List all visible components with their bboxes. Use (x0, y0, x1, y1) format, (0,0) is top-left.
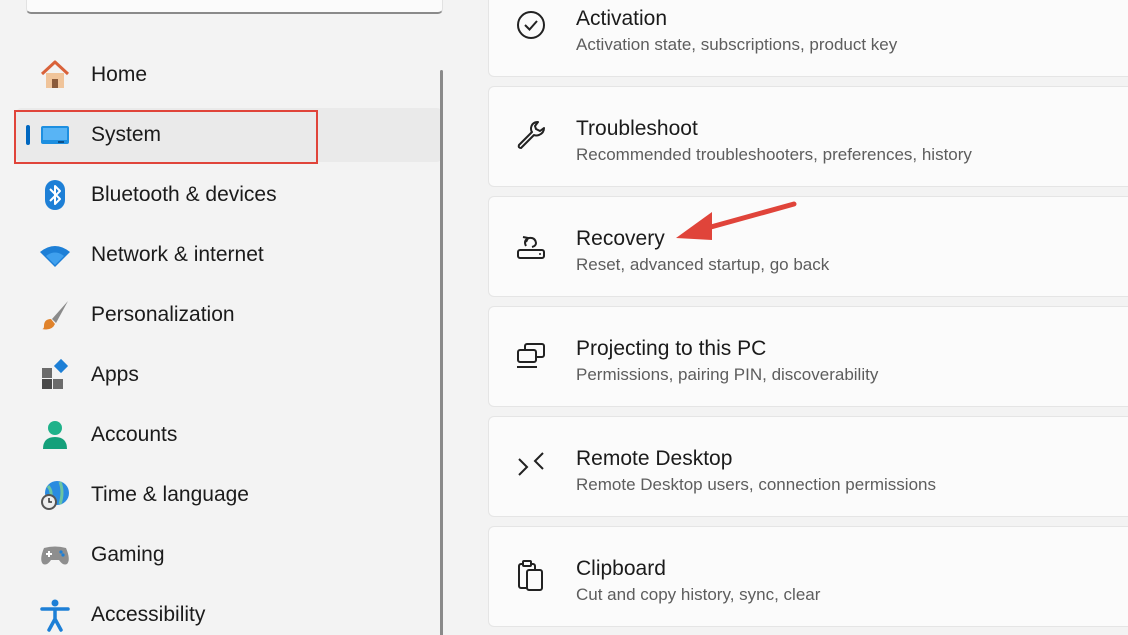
globe-clock-icon (41, 481, 69, 510)
sidebar-item-apps[interactable]: Apps (16, 348, 442, 402)
card-title: Clipboard (576, 557, 666, 580)
card-subtitle: Reset, advanced startup, go back (576, 255, 830, 274)
card-subtitle: Activation state, subscriptions, product… (576, 35, 898, 54)
home-icon (40, 60, 70, 88)
bluetooth-icon (45, 180, 65, 210)
sidebar-item-label: System (91, 123, 162, 146)
card-remote-desktop[interactable]: Remote Desktop Remote Desktop users, con… (488, 416, 1128, 517)
wifi-icon (40, 246, 70, 267)
sidebar-item-label: Home (91, 63, 148, 86)
settings-window: Home System Bluetooth & devices Network … (0, 0, 1128, 635)
selection-indicator (26, 125, 30, 145)
card-activation[interactable]: Activation Activation state, subscriptio… (488, 0, 1128, 77)
sidebar-item-bluetooth[interactable]: Bluetooth & devices (16, 168, 442, 222)
sidebar-item-label: Apps (91, 363, 139, 386)
check-circle-icon (517, 11, 545, 39)
card-title: Projecting to this PC (576, 337, 767, 360)
search-input[interactable] (26, 0, 443, 14)
sidebar-item-time-language[interactable]: Time & language (16, 468, 442, 522)
card-title: Troubleshoot (576, 117, 698, 140)
sidebar-item-home[interactable]: Home (16, 48, 442, 102)
recovery-icon (517, 236, 545, 259)
card-subtitle: Cut and copy history, sync, clear (576, 585, 821, 604)
card-clipboard[interactable]: Clipboard Cut and copy history, sync, cl… (488, 526, 1128, 627)
sidebar-item-accessibility[interactable]: Accessibility (16, 588, 442, 635)
sidebar-item-label: Gaming (91, 543, 165, 566)
sidebar-nav: Home System Bluetooth & devices Network … (16, 48, 442, 635)
account-icon (43, 421, 67, 449)
sidebar-item-label: Bluetooth & devices (91, 183, 277, 206)
projector-icon (517, 343, 545, 368)
sidebar-item-label: Personalization (91, 303, 235, 326)
sidebar-item-label: Network & internet (91, 243, 264, 266)
remote-desktop-icon (518, 452, 544, 476)
clipboard-icon (518, 560, 543, 591)
card-troubleshoot[interactable]: Troubleshoot Recommended troubleshooters… (488, 86, 1128, 187)
sidebar-item-network[interactable]: Network & internet (16, 228, 442, 282)
annotation-arrow-icon (676, 201, 797, 240)
apps-icon (42, 358, 69, 389)
brush-icon (42, 301, 68, 330)
card-title: Recovery (576, 227, 665, 250)
controller-icon (41, 546, 69, 565)
sidebar-item-label: Accounts (91, 423, 178, 446)
card-title: Activation (576, 7, 668, 30)
sidebar-item-system[interactable]: System (16, 108, 442, 162)
system-icon (41, 126, 69, 144)
sidebar-item-gaming[interactable]: Gaming (16, 528, 442, 582)
wrench-icon (517, 121, 545, 149)
card-subtitle: Remote Desktop users, connection permiss… (576, 475, 936, 494)
sidebar-item-personalization[interactable]: Personalization (16, 288, 442, 342)
card-recovery[interactable]: Recovery Reset, advanced startup, go bac… (488, 196, 1128, 297)
accessibility-icon (40, 599, 70, 632)
sidebar-item-label: Accessibility (91, 603, 206, 626)
card-subtitle: Permissions, pairing PIN, discoverabilit… (576, 365, 879, 384)
sidebar-item-accounts[interactable]: Accounts (16, 408, 442, 462)
card-title: Remote Desktop (576, 447, 733, 470)
sidebar-item-label: Time & language (91, 483, 249, 506)
card-projecting[interactable]: Projecting to this PC Permissions, pairi… (488, 306, 1128, 407)
sidebar-scrollbar[interactable] (440, 70, 443, 635)
card-subtitle: Recommended troubleshooters, preferences… (576, 145, 972, 164)
